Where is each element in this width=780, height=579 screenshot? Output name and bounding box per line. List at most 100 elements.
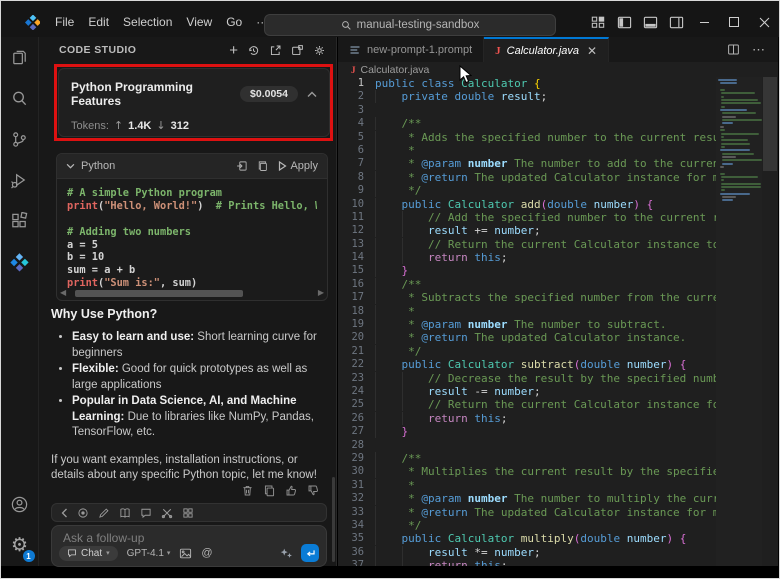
insert-at-cursor-icon[interactable] [236,160,248,172]
code-line: 14 return this; [351,251,508,265]
settings-badge: 1 [22,550,35,562]
minimize-button[interactable] [689,9,719,35]
code-line: 23 // Decrease the result by the specifi… [351,371,716,385]
code-line: 32 * @param number The number to multipl… [351,492,716,506]
editor-group: new-prompt-1.prompt J Calculator.java ✕ … [338,37,778,566]
search-value: manual-testing-sandbox [356,19,480,31]
toggle-secondary-sidebar-icon[interactable] [663,9,689,35]
code-horizontal-scrollbar[interactable]: ◀ ▶ [57,289,327,297]
breadcrumb[interactable]: J Calculator.java [338,62,778,77]
sidebar-scrollbar[interactable] [332,477,335,562]
session-card[interactable]: Python Programming Features $0.0054 Toke… [58,68,330,137]
send-button[interactable] [301,544,319,562]
model-selector[interactable]: GPT-4.1 ▾ [127,548,171,559]
message-actions [241,484,320,497]
code-line: 27 } [351,425,409,439]
chat-input-box[interactable]: Ask a follow-up Chat ▾ GPT-4.1 ▾ @ [51,525,327,567]
menu-edit[interactable]: Edit [81,13,116,31]
split-editor-icon[interactable] [727,43,740,56]
settings-gear-icon[interactable]: ⚙ 1 [1,525,39,566]
extensions-icon[interactable] [1,201,39,242]
editor-scrollbar-thumb[interactable] [763,77,777,171]
apply-code-button[interactable]: Apply [278,160,318,172]
code-line: 28 [351,438,364,451]
comment-icon[interactable] [140,507,152,519]
source-control-icon[interactable] [1,119,39,160]
menu-selection[interactable]: Selection [116,13,179,31]
tab-calculator-java[interactable]: J Calculator.java ✕ [484,37,610,62]
menu-go[interactable]: Go [219,13,249,31]
code-studio-view-icon[interactable] [1,242,39,283]
delete-message-icon[interactable] [241,484,254,497]
java-file-icon: J [495,44,501,57]
run-debug-icon[interactable] [1,160,39,201]
python-code-line: sum = a + b [67,264,136,277]
menu-file[interactable]: File [48,13,81,31]
scroll-right-icon[interactable]: ▶ [318,289,324,297]
copy-code-icon[interactable] [257,160,269,172]
editor-scrollbar[interactable] [762,77,778,566]
mode-selector[interactable]: Chat ▾ [59,545,118,561]
book-icon[interactable] [119,507,131,519]
panel-settings-gear-icon[interactable] [313,44,326,57]
minimap[interactable] [716,77,763,566]
menu-view[interactable]: View [179,13,219,31]
grid-icon[interactable] [182,507,194,519]
close-tab-icon[interactable]: ✕ [587,44,597,58]
search-icon [341,20,351,30]
code-line: 26 return this; [351,411,508,425]
accounts-icon[interactable] [1,484,39,525]
minimap-line [720,149,750,152]
scroll-left-icon[interactable]: ◀ [60,289,66,297]
code-line: 36 result *= number; [351,545,541,559]
minimap-line [720,182,761,185]
customize-layout-icon[interactable] [585,9,611,35]
session-cost-badge: $0.0054 [240,86,298,102]
minimap-line [720,172,726,175]
search-view-icon[interactable] [1,78,39,119]
model-chevron-down-icon: ▾ [166,550,171,557]
minimap-line [720,189,725,192]
code-line: 8 * @return The updated Calculator insta… [357,170,716,184]
open-external-icon[interactable] [269,44,282,57]
copy-message-icon[interactable] [263,484,276,497]
minimap-line [720,95,725,98]
chevron-down-icon[interactable] [66,163,75,169]
edit-pencil-icon[interactable] [98,507,110,519]
app-logo-icon [25,14,40,30]
attach-image-icon[interactable] [179,548,192,559]
answer-bullet: Flexible: Good for quick prototypes as w… [72,362,327,393]
target-icon[interactable] [77,507,89,519]
new-chat-icon[interactable]: + [229,43,238,58]
code-line: 15 } [351,264,409,278]
chat-input-placeholder[interactable]: Ask a follow-up [52,526,326,545]
toggle-primary-sidebar-icon[interactable] [611,9,637,35]
command-center-search[interactable]: manual-testing-sandbox [264,14,556,36]
code-line: 10 public Calculator add(double number) … [351,197,654,211]
code-editor[interactable]: 1 public class Calculator {2 private doub… [338,77,716,566]
minimap-line [720,135,725,138]
python-code-lines[interactable]: # A simple Python program print("Hello, W… [57,179,327,290]
explorer-icon[interactable] [1,37,39,78]
toggle-panel-icon[interactable] [637,9,663,35]
sparkle-icon[interactable] [279,546,293,560]
tab-new-prompt[interactable]: new-prompt-1.prompt [338,37,485,62]
scissors-icon[interactable] [161,507,173,519]
code-line: 22 public Calculator subtract(double num… [351,358,687,372]
minimap-line [716,86,762,88]
code-line: 37 return this; [338,559,716,566]
minimap-line [720,145,725,148]
maximize-button[interactable] [719,9,749,35]
editor-more-actions-icon[interactable]: ⋯ [752,42,766,58]
chevron-left-icon[interactable] [61,508,68,518]
close-button[interactable] [749,9,779,35]
scrollbar-thumb[interactable] [75,289,244,297]
minimap-line [720,129,726,132]
history-icon[interactable] [247,44,260,57]
code-line: 20 * @return The updated Calculator inst… [351,331,687,345]
collapse-chevron-up-icon[interactable] [307,91,317,98]
thumbs-up-icon[interactable] [285,484,298,497]
mention-icon[interactable]: @ [201,547,212,559]
thumbs-down-icon[interactable] [307,484,320,497]
open-in-editor-icon[interactable] [291,44,304,57]
